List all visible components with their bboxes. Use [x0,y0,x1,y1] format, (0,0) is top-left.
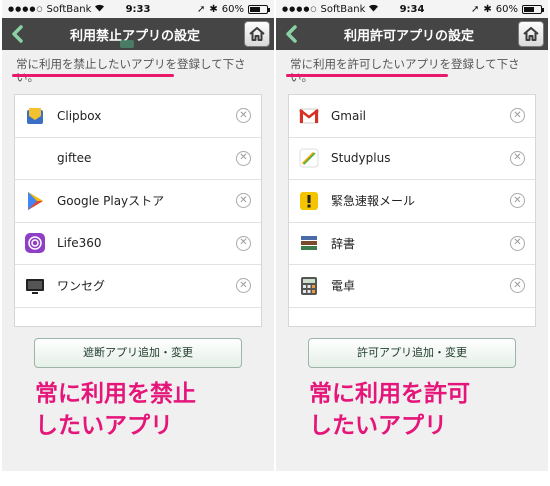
location-icon: ➚ [470,3,480,15]
list-item[interactable]: Clipbox ✕ [15,95,261,138]
app-name: 辞書 [331,236,356,251]
remove-icon[interactable]: ✕ [510,235,525,251]
blurred-area [120,40,134,48]
wifi-icon [368,3,379,15]
bluetooth-icon: ✱ [209,3,218,15]
remove-icon[interactable]: ✕ [236,235,251,251]
app-name: giftee [57,151,92,166]
nav-bar: 利用禁止アプリの設定 [2,18,274,50]
app-name: Life360 [57,236,102,251]
google-play-icon [25,191,45,211]
home-button[interactable] [244,21,270,47]
battery-label: 60% [221,3,244,15]
add-change-blocked-apps-button[interactable]: 遮断アプリ追加・変更 [34,338,242,368]
home-icon [249,27,265,41]
location-icon: ➚ [196,3,206,15]
app-name: Google Playストア [57,194,165,209]
remove-icon[interactable]: ✕ [236,193,251,209]
back-button[interactable] [276,18,306,50]
home-button[interactable] [518,21,544,47]
back-button[interactable] [2,18,32,50]
list-item[interactable]: Gmail ✕ [289,95,535,138]
app-list: Gmail ✕ Studyplus ✕ 緊急速報メール ✕ 辞書 ✕ 電卓 ✕ [288,94,536,327]
remove-icon[interactable]: ✕ [510,150,525,166]
app-name: Gmail [331,108,367,123]
app-name: Studyplus [331,151,391,166]
highlight-underline [12,74,174,77]
list-item[interactable]: Studyplus ✕ [289,138,535,180]
status-bar: ●●●●○ SoftBank 9:34 ➚ ✱ 60% [276,0,548,18]
nav-bar: 利用許可アプリの設定 [276,18,548,50]
allowed-apps-screen: ●●●●○ SoftBank 9:34 ➚ ✱ 60% 利用許可アプリの設定 常… [276,0,548,471]
page-title: 利用禁止アプリの設定 [69,28,200,44]
emergency-alert-icon [299,191,319,211]
list-item[interactable]: 辞書 ✕ [289,223,535,265]
list-item[interactable]: 電卓 ✕ [289,265,535,308]
tv-icon [25,276,45,296]
caption: 常に利用を許可 したいアプリ [309,381,470,439]
back-chevron-icon [286,25,297,43]
app-list: Clipbox ✕ giftee ✕ Google Playストア ✕ Life… [14,94,262,327]
list-item[interactable]: ワンセグ ✕ [15,265,261,308]
app-name: 緊急速報メール [331,194,416,209]
list-item[interactable]: 緊急速報メール ✕ [289,180,535,223]
battery-icon [248,4,270,14]
list-item[interactable]: Life360 ✕ [15,223,261,265]
back-chevron-icon [12,25,23,43]
remove-icon[interactable]: ✕ [510,108,525,124]
remove-icon[interactable]: ✕ [510,278,525,294]
gmail-icon [299,106,319,126]
battery-label: 60% [495,3,518,15]
wifi-icon [94,3,105,15]
carrier-label: SoftBank [46,3,92,15]
carrier-label: SoftBank [320,3,366,15]
studyplus-icon [299,148,319,168]
remove-icon[interactable]: ✕ [510,193,525,209]
highlight-underline [286,74,448,77]
blocked-apps-screen: ●●●●○ SoftBank 9:33 ➚ ✱ 60% 利用禁止アプリの設定 常… [2,0,274,471]
app-name: 電卓 [331,279,356,294]
page-title: 利用許可アプリの設定 [343,28,474,44]
instruction-text: 常に利用を許可したいアプリを登録して下さい。 [276,50,548,94]
instruction-label: 常に利用を許可したいアプリを登録して下さい。 [290,57,520,84]
calculator-icon [299,276,319,296]
signal-icon: ●●●●○ [8,5,44,13]
giftee-icon [25,148,45,168]
app-name: ワンセグ [57,279,106,294]
add-change-allowed-apps-button[interactable]: 許可アプリ追加・変更 [308,338,516,368]
bluetooth-icon: ✱ [483,3,492,15]
remove-icon[interactable]: ✕ [236,108,251,124]
remove-icon[interactable]: ✕ [236,278,251,294]
remove-icon[interactable]: ✕ [236,150,251,166]
status-bar: ●●●●○ SoftBank 9:33 ➚ ✱ 60% [2,0,274,18]
signal-icon: ●●●●○ [282,5,318,13]
list-item[interactable]: Google Playストア ✕ [15,180,261,223]
clipbox-icon [25,106,45,126]
battery-icon [522,4,544,14]
life360-icon [25,233,45,254]
dictionary-icon [299,233,319,253]
caption: 常に利用を禁止 したいアプリ [35,381,196,439]
home-icon [523,27,539,41]
instruction-text: 常に利用を禁止したいアプリを登録して下さい。 [2,50,274,94]
instruction-label: 常に利用を禁止したいアプリを登録して下さい。 [16,57,246,84]
app-name: Clipbox [57,108,102,123]
list-item[interactable]: giftee ✕ [15,138,261,180]
